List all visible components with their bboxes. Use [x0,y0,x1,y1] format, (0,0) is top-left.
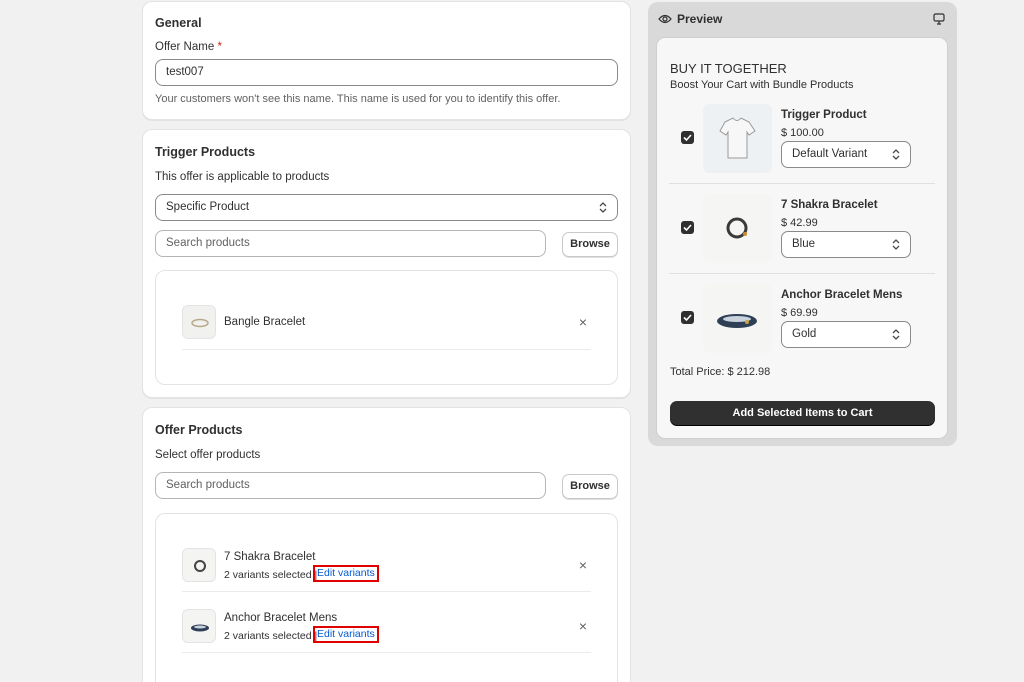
edit-variants-link[interactable]: Edit variants [313,626,379,643]
tshirt-thumbnail [703,104,772,173]
desktop-icon[interactable] [933,13,945,25]
shakra-image [183,549,215,581]
check-icon [683,224,692,232]
bundle-item: 7 Shakra Bracelet $ 42.99 Blue [669,193,935,263]
offer-products-card: Offer Products Select offer products Sea… [142,407,631,682]
check-icon [683,134,692,142]
trigger-title: Trigger Products [155,145,256,159]
offer-name-input[interactable]: test007 [155,59,618,86]
item-price: $ 42.99 [781,217,818,229]
remove-icon[interactable]: × [577,618,589,634]
tshirt-image [719,117,756,159]
offer-product-name: Anchor Bracelet Mens [224,612,338,624]
preview-panel: Preview BUY IT TOGETHER Boost Your Cart … [648,2,957,446]
trigger-product-select[interactable]: Specific Product [155,194,618,221]
trigger-browse-button[interactable]: Browse [562,232,618,257]
offer-name-label: Offer Name * [155,41,222,53]
item-checkbox[interactable] [681,131,694,144]
bundle-item: Anchor Bracelet Mens $ 69.99 Gold [669,283,935,353]
preview-title: Preview [677,12,723,26]
bundle-item: Trigger Product $ 100.00 Default Variant [669,103,935,173]
anchor-image [703,284,772,353]
total-price: Total Price: $ 212.98 [670,366,771,378]
offer-search-input[interactable]: Search products [155,472,546,499]
variant-select[interactable]: Blue [781,231,911,258]
offer-name-label-text: Offer Name [155,41,215,53]
anchor-bracelet-thumbnail [182,609,216,643]
required-mark: * [217,41,222,53]
anchor-image [183,610,215,642]
add-to-cart-button[interactable]: Add Selected Items to Cart [670,401,935,425]
offer-name-help: Your customers won't see this name. This… [155,93,561,105]
shakra-bracelet-thumbnail [703,194,772,263]
anchor-bracelet-thumbnail [703,284,772,353]
edit-variants-link[interactable]: Edit variants [313,565,379,582]
offer-product-list: 7 Shakra Bracelet 2 variants selected | … [155,513,618,682]
shakra-image [703,194,772,263]
check-icon [683,314,692,322]
trigger-products-card: Trigger Products This offer is applicabl… [142,129,631,398]
bracelet-thumbnail [182,305,216,339]
trigger-search-input[interactable]: Search products [155,230,546,257]
list-item: Bangle Bracelet × [182,305,591,350]
variant-value: Gold [792,328,817,340]
offer-title: Offer Products [155,423,243,437]
item-name: Anchor Bracelet Mens [781,289,903,301]
trigger-product-list: Bangle Bracelet × [155,270,618,385]
variant-select[interactable]: Default Variant [781,141,911,168]
variant-value: Default Variant [792,148,868,160]
item-divider [669,183,935,184]
eye-icon [658,14,672,24]
bangle-image [183,306,215,338]
item-name: 7 Shakra Bracelet [781,199,878,211]
offer-browse-button[interactable]: Browse [562,474,618,499]
list-item: 7 Shakra Bracelet 2 variants selected | … [182,548,591,592]
general-card: General Offer Name * test007 Your custom… [142,1,631,120]
list-item: Anchor Bracelet Mens 2 variants selected… [182,609,591,653]
select-chevron-icon [892,149,900,160]
remove-icon[interactable]: × [577,314,589,330]
remove-icon[interactable]: × [577,557,589,573]
general-title: General [155,16,202,30]
select-chevron-icon [892,329,900,340]
item-checkbox[interactable] [681,311,694,324]
bundle-subheading: Boost Your Cart with Bundle Products [670,79,854,91]
variants-count: 2 variants selected | [224,630,318,642]
bundle-preview: BUY IT TOGETHER Boost Your Cart with Bun… [656,37,948,439]
trigger-product-name: Bangle Bracelet [224,316,306,328]
variant-value: Blue [792,238,816,250]
item-name: Trigger Product [781,109,867,121]
variant-select[interactable]: Gold [781,321,911,348]
offer-select-label: Select offer products [155,449,261,461]
item-price: $ 100.00 [781,127,824,139]
item-checkbox[interactable] [681,221,694,234]
shakra-bracelet-thumbnail [182,548,216,582]
item-divider [669,273,935,274]
trigger-applicable-label: This offer is applicable to products [155,171,330,183]
item-price: $ 69.99 [781,307,818,319]
trigger-select-value: Specific Product [166,201,250,213]
bundle-heading: BUY IT TOGETHER [670,61,787,76]
variants-count: 2 variants selected | [224,569,318,581]
offer-product-name: 7 Shakra Bracelet [224,551,316,563]
select-chevron-icon [892,239,900,250]
select-chevron-icon [599,202,607,213]
